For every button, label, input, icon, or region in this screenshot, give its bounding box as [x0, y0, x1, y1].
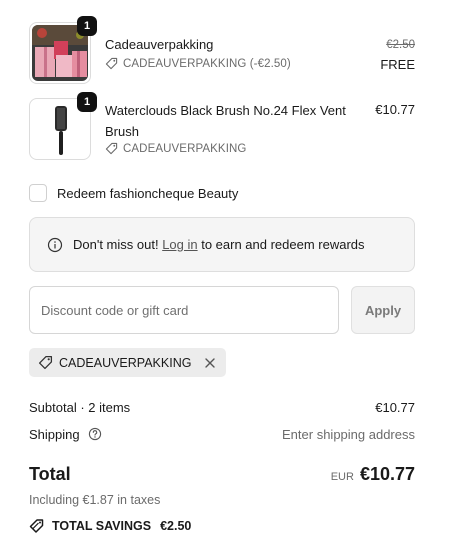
discount-tag-label: CADEAUVERPAKKING: [123, 142, 247, 155]
quantity-badge: 1: [77, 92, 97, 112]
savings-tag-icon: [29, 518, 45, 534]
help-icon[interactable]: [88, 427, 102, 441]
line-item-gift-wrap: 1 Cadeauverpakking CADEAUVERPAKKING (-€2…: [29, 16, 415, 84]
total-label: Total: [29, 464, 71, 484]
total-value: €10.77: [359, 464, 415, 484]
shipping-value: Enter shipping address: [282, 427, 415, 442]
final-price: FREE: [380, 57, 415, 72]
shipping-row: Shipping Enter shipping address: [29, 427, 415, 442]
tag-icon: [105, 142, 118, 155]
subtotal-label: Subtotal · 2 items: [29, 400, 131, 415]
discount-code-input[interactable]: [29, 286, 339, 334]
subtotal-value: €10.77: [375, 400, 415, 415]
redeem-label: Redeem fashioncheque Beauty: [57, 185, 239, 201]
product-title: Waterclouds Black Brush No.24 Flex Vent …: [105, 103, 346, 139]
discount-tag: CADEAUVERPAKKING: [105, 142, 246, 155]
tax-row: Including €1.87 in taxes: [29, 493, 415, 507]
applied-code-label: CADEAUVERPAKKING: [59, 355, 192, 370]
product-thumbnail: 1: [29, 16, 97, 84]
total-row: Total EUR €10.77: [29, 464, 415, 485]
product-thumbnail: 1: [29, 92, 97, 160]
final-price: €10.77: [375, 102, 415, 117]
info-icon: [47, 237, 63, 253]
price-column: €2.50 FREE: [380, 36, 415, 74]
login-link[interactable]: Log in: [162, 237, 197, 252]
shipping-label-group: Shipping: [29, 427, 102, 442]
original-price: €2.50: [386, 39, 415, 51]
line-item-brush: 1 Waterclouds Black Brush No.24 Flex Ven…: [29, 92, 415, 160]
savings-value: €2.50: [160, 519, 192, 533]
total-amount: EUR €10.77: [331, 464, 415, 485]
notice-suffix: to earn and redeem rewards: [197, 237, 365, 252]
price-column: €10.77: [375, 100, 415, 119]
remove-code-icon[interactable]: [203, 356, 217, 370]
discount-tag: CADEAUVERPAKKING (-€2.50): [105, 57, 291, 70]
redeem-fashioncheque-option[interactable]: Redeem fashioncheque Beauty: [29, 184, 238, 202]
apply-button[interactable]: Apply: [351, 286, 415, 334]
shipping-label: Shipping: [29, 427, 80, 442]
notice-text: Don't miss out! Log in to earn and redee…: [73, 237, 365, 252]
applied-discount-chip: CADEAUVERPAKKING: [29, 348, 227, 377]
tax-note: Including €1.87 in taxes: [29, 493, 161, 507]
product-title: Cadeauverpakking: [105, 37, 214, 52]
total-savings: TOTAL SAVINGS €2.50: [29, 518, 191, 534]
subtotal-row: Subtotal · 2 items €10.77: [29, 400, 415, 415]
discount-tag-label: CADEAUVERPAKKING (-€2.50): [123, 57, 291, 70]
tag-icon: [105, 57, 118, 70]
quantity-badge: 1: [77, 16, 97, 36]
currency-code: EUR: [330, 471, 354, 483]
tag-icon: [38, 355, 53, 370]
rewards-notice: Don't miss out! Log in to earn and redee…: [29, 217, 415, 272]
notice-prefix: Don't miss out!: [73, 237, 163, 252]
redeem-checkbox[interactable]: [29, 184, 47, 202]
savings-label: TOTAL SAVINGS: [52, 519, 152, 533]
